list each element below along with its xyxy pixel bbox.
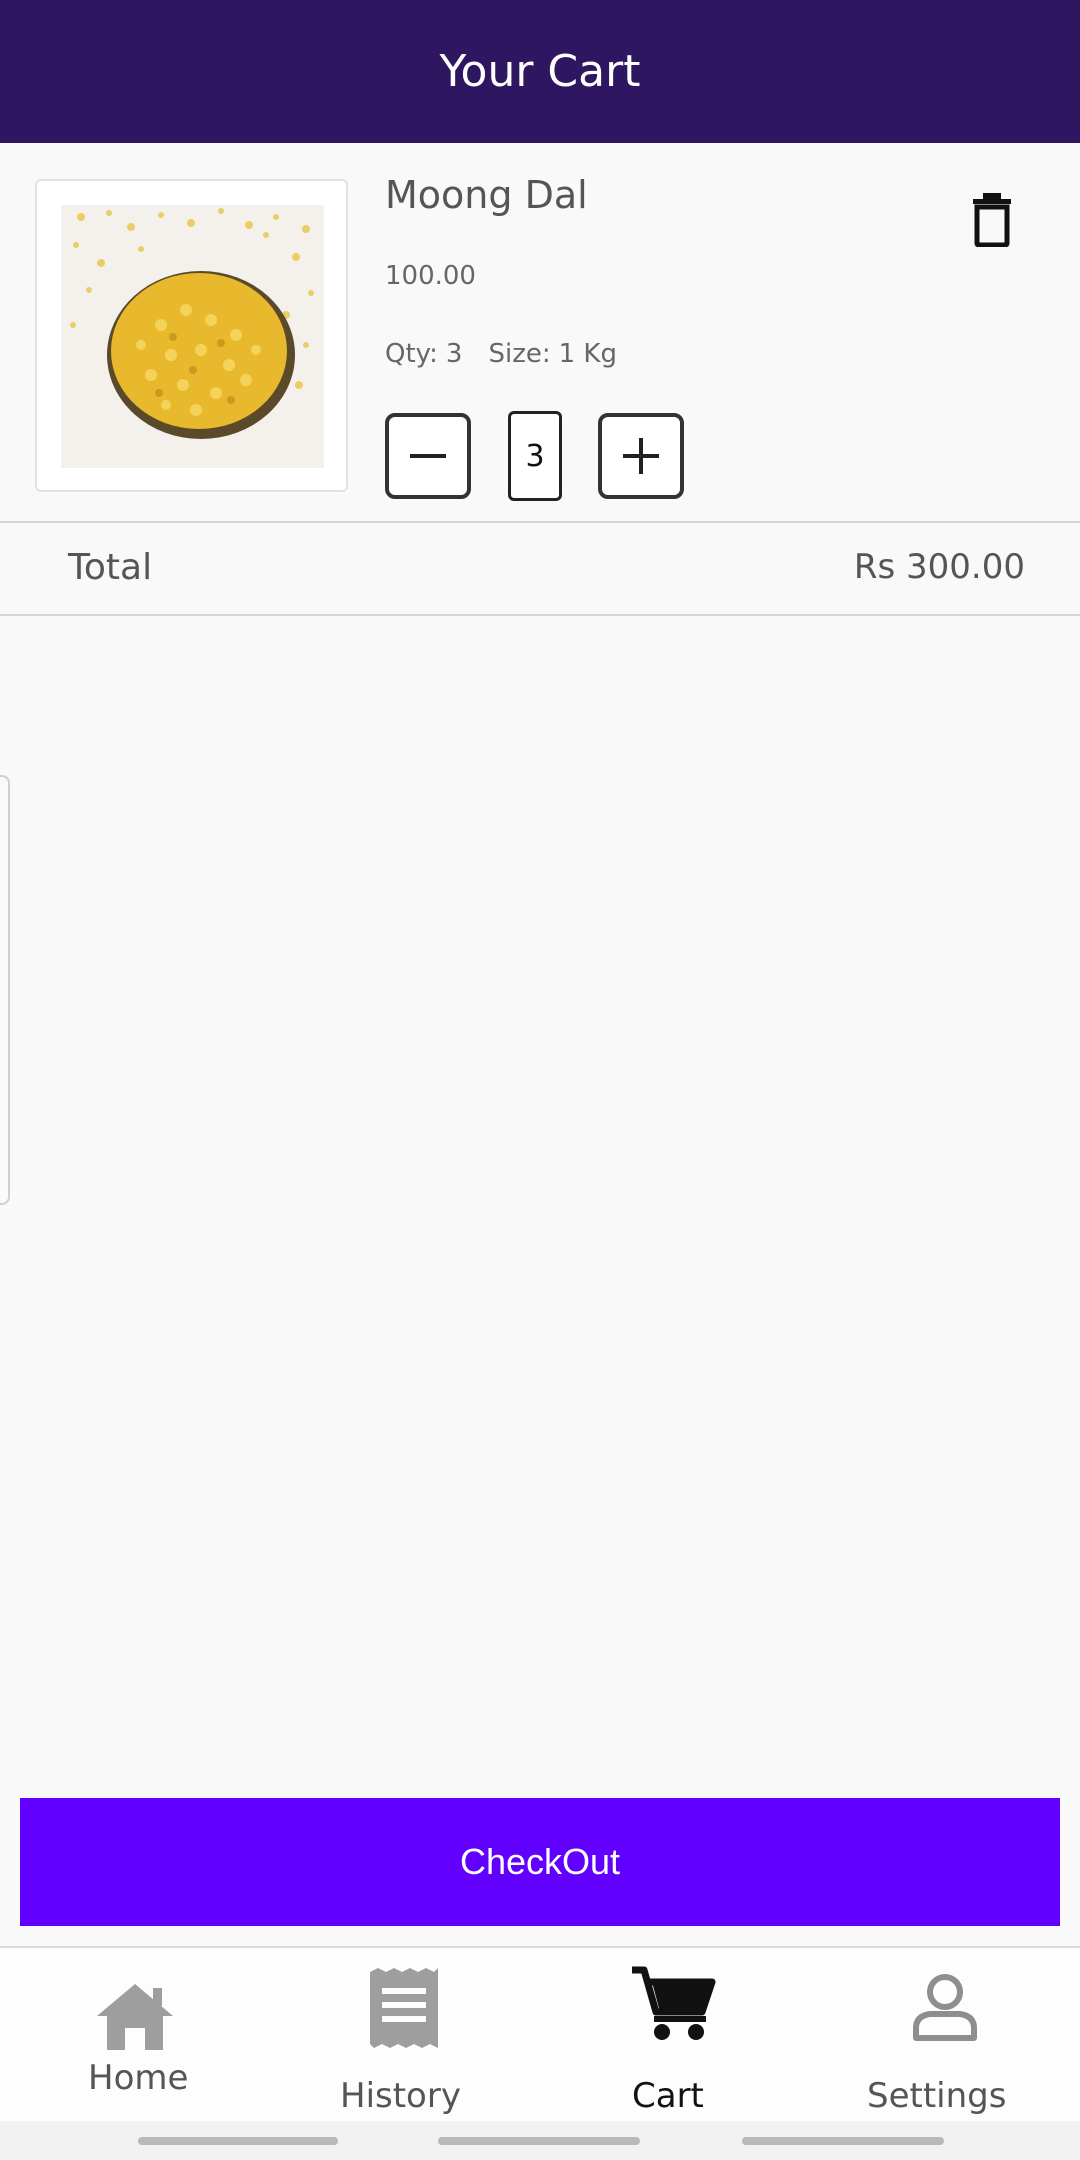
- product-meta: Qty: 3 Size: 1 Kg: [385, 339, 617, 369]
- nav-label-home: Home: [88, 2058, 189, 2098]
- moong-dal-photo-icon: [61, 205, 324, 468]
- increase-quantity-button[interactable]: [598, 413, 684, 499]
- product-name: Moong Dal: [385, 173, 588, 217]
- quantity-label: Qty:: [385, 339, 438, 369]
- plus-icon: [623, 438, 659, 474]
- size-info: Size: 1 Kg: [488, 339, 617, 369]
- decrease-quantity-button[interactable]: [385, 413, 471, 499]
- nav-label-cart: Cart: [632, 2076, 704, 2116]
- total-value: Rs 300.00: [853, 547, 1025, 587]
- nav-label-settings: Settings: [867, 2076, 1007, 2116]
- bottom-navigation: Home History Cart Settings: [0, 1946, 1080, 2121]
- total-label: Total: [68, 547, 153, 588]
- system-nav-pill[interactable]: [742, 2137, 944, 2145]
- product-image[interactable]: [35, 179, 348, 492]
- nav-label-history: History: [340, 2076, 461, 2116]
- nav-item-settings[interactable]: Settings: [810, 1948, 1080, 2123]
- system-nav-pill[interactable]: [138, 2137, 338, 2145]
- nav-item-home[interactable]: Home: [0, 1948, 270, 2123]
- nav-item-history[interactable]: History: [270, 1948, 540, 2123]
- system-navigation-bar: [0, 2121, 1080, 2160]
- cart-item: Moong Dal 100.00 Qty: 3 Size: 1 Kg 3: [0, 143, 1080, 523]
- page-title: Your Cart: [439, 46, 641, 97]
- cart-icon: [632, 1966, 716, 2040]
- system-nav-pill[interactable]: [438, 2137, 640, 2145]
- person-icon: [913, 1974, 977, 2041]
- minus-icon: [410, 454, 446, 458]
- home-icon: [97, 1984, 173, 2050]
- quantity-value: 3: [445, 339, 463, 369]
- quantity-info: Qty: 3: [385, 339, 462, 369]
- total-row: Total Rs 300.00: [0, 523, 1080, 616]
- nav-item-cart[interactable]: Cart: [540, 1948, 810, 2123]
- receipt-icon: [370, 1968, 438, 2048]
- product-price: 100.00: [385, 261, 476, 291]
- size-value: 1 Kg: [558, 339, 617, 369]
- drawer-edge-handle[interactable]: [0, 775, 10, 1205]
- delete-item-button[interactable]: [970, 191, 1014, 248]
- app-bar: Your Cart: [0, 0, 1080, 143]
- quantity-field[interactable]: 3: [508, 411, 562, 501]
- size-label: Size:: [488, 339, 551, 369]
- trash-icon: [973, 193, 1011, 248]
- checkout-button[interactable]: CheckOut: [20, 1798, 1060, 1926]
